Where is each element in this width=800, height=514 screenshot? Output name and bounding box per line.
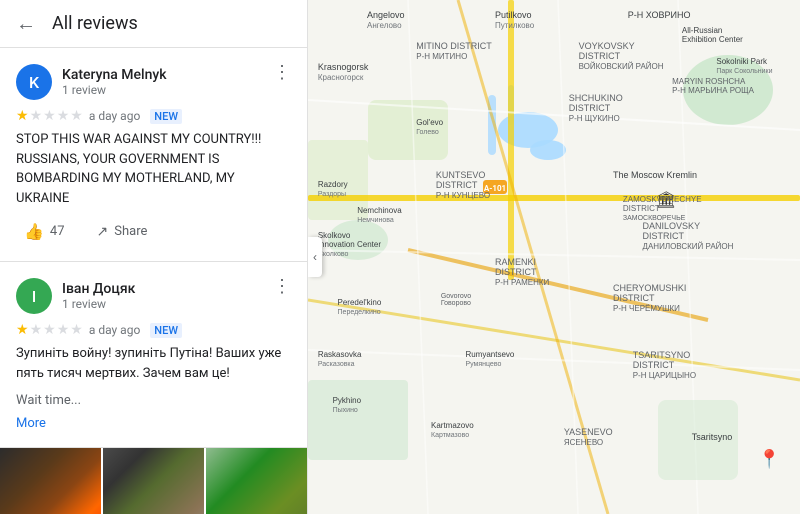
map-label-peredelkino: Peredel'kinoПеределкино (338, 298, 382, 316)
rating-row: ★ ★ ★ ★ ★ a day ago NEW (16, 108, 291, 124)
review-header: K Kateryna Melnyk 1 review ⋮ (16, 64, 291, 100)
map-label-danilovsky: DANILOVSKYDISTRICTДАНИЛОВСКИЙ РАЙОН (643, 221, 734, 251)
photo-field[interactable] (206, 448, 307, 514)
map-label-mitino: MITINO DISTRICTР-Н МИТИНО (416, 41, 492, 61)
review-more-button[interactable]: ⋮ (273, 278, 291, 296)
map-label-exhibition: All-RussianExhibition Center (682, 26, 743, 44)
star-3: ★ (43, 108, 56, 124)
review-text: Зупиніть войну! зупиніть Путіна! Ваших у… (16, 344, 291, 383)
map-label-kremlin: The Moscow Kremlin (613, 170, 697, 180)
avatar: K (16, 64, 52, 100)
review-card: K Kateryna Melnyk 1 review ⋮ ★ ★ ★ ★ ★ a… (0, 48, 307, 262)
back-button[interactable]: ← (16, 11, 36, 36)
reviewer-count: 1 review (62, 83, 167, 97)
new-badge: NEW (150, 109, 182, 124)
map-panel[interactable]: A-101 🏛 📍 AngelovoАнгелово PutilkovoПути… (308, 0, 800, 514)
reviewer-details: Іван Доцяк 1 review (62, 281, 135, 311)
thumbs-up-icon: 👍 (24, 222, 44, 241)
map-label-voykovsky: VOYKOVSKYDISTRICTВОЙКОВСКИЙ РАЙОН (579, 41, 664, 71)
map-label-nemchinova: NemchinovaНемчинова (357, 206, 401, 224)
star-2: ★ (30, 108, 43, 124)
page-title: All reviews (52, 13, 138, 34)
review-time: a day ago (89, 323, 140, 337)
like-count: 47 (50, 224, 65, 239)
star-1: ★ (16, 322, 29, 338)
avatar: І (16, 278, 52, 314)
review-time: a day ago (89, 109, 140, 123)
map-label-razdory: RazdoryРаздоры (318, 180, 348, 198)
reviewer-name: Kateryna Melnyk (62, 67, 167, 83)
share-button[interactable]: ↗ Share (89, 220, 156, 244)
photo-truck[interactable] (103, 448, 204, 514)
more-link[interactable]: More (16, 416, 46, 431)
star-4: ★ (57, 322, 70, 338)
review-text: STOP THIS WAR AGAINST MY COUNTRY!!! RUSS… (16, 130, 291, 208)
star-1: ★ (16, 108, 29, 124)
review-card: І Іван Доцяк 1 review ⋮ ★ ★ ★ ★ ★ a day … (0, 262, 307, 448)
map-label-golevo: Gol'evoГолево (416, 118, 443, 136)
collapse-panel-button[interactable]: ‹ (308, 237, 322, 277)
star-rating: ★ ★ ★ ★ ★ (16, 108, 83, 124)
photos-row (0, 448, 307, 514)
star-rating: ★ ★ ★ ★ ★ (16, 322, 83, 338)
star-2: ★ (30, 322, 43, 338)
map-label-rumyantsevo: RumyantsevoРумянцево (465, 350, 514, 368)
map-label-ramenki: RAMENKIDISTRICTР-Н РАМЕНКИ (495, 257, 549, 287)
map-label-putilkovo: PutilkovoПутилково (495, 10, 534, 30)
map-label-zamoskvorechye: ZAMOSKVORECHYEDISTRICTЗАМОСКВОРЕЧЬЕ (623, 195, 702, 222)
map-label-khovrino: Р-Н ХОВРИНО (628, 10, 691, 20)
share-icon: ↗ (97, 224, 109, 240)
map-label-kartmazovo: KartmazovoКартмазово (431, 421, 474, 439)
star-4: ★ (57, 108, 70, 124)
reviews-list: K Kateryna Melnyk 1 review ⋮ ★ ★ ★ ★ ★ a… (0, 48, 307, 514)
review-more-button[interactable]: ⋮ (273, 64, 291, 82)
star-5: ★ (70, 322, 83, 338)
map-label-tsaritsyno: Tsaritsyno (692, 432, 733, 442)
map-label-sokolniki: Sokolniki ParkПарк Сокольники (716, 57, 772, 75)
map-label-pykhino: PykhinoПыхино (333, 396, 361, 414)
map-label-tsaritsyno-district: TSARITSYNODISTRICTР-Н ЦАРИЦЫНО (633, 350, 696, 380)
reviewer-details: Kateryna Melnyk 1 review (62, 67, 167, 97)
reviewer-info: І Іван Доцяк 1 review (16, 278, 135, 314)
map-label-skolkovo: SkolkovoInnovation CenterСколково (318, 231, 381, 258)
star-5: ★ (70, 108, 83, 124)
review-header: І Іван Доцяк 1 review ⋮ (16, 278, 291, 314)
panel-header: ← All reviews (0, 0, 307, 48)
star-3: ★ (43, 322, 56, 338)
wait-time-label: Wait time... (16, 393, 291, 408)
svg-text:📍: 📍 (758, 448, 780, 470)
like-button[interactable]: 👍 47 (16, 218, 73, 245)
reviewer-info: K Kateryna Melnyk 1 review (16, 64, 167, 100)
collapse-icon: ‹ (313, 250, 317, 264)
reviewer-count: 1 review (62, 297, 135, 311)
new-badge: NEW (150, 323, 182, 338)
reviewer-name: Іван Доцяк (62, 281, 135, 297)
map-label-kuntsevo: KUNTSEVODISTRICTР-Н КУНЦЕВО (436, 170, 490, 200)
share-label: Share (114, 224, 147, 239)
map-label-maryin: MARYIN ROSHCHAР-Н МАРЬИНА РОЩА (672, 77, 754, 95)
map-label-raskasovka: RaskasovkaРасказовка (318, 350, 362, 368)
rating-row: ★ ★ ★ ★ ★ a day ago NEW (16, 322, 291, 338)
photo-fire[interactable] (0, 448, 101, 514)
map-label-shchukino: SHCHUKINODISTRICTР-Н ЩУКИНО (569, 93, 623, 123)
review-actions: 👍 47 ↗ Share (16, 218, 291, 245)
map-label-yasenevo: YASENEVOЯСЕНЕВО (564, 427, 613, 447)
reviews-panel: ← All reviews K Kateryna Melnyk 1 review… (0, 0, 308, 514)
map-container[interactable]: A-101 🏛 📍 AngelovoАнгелово PutilkovoПути… (308, 0, 800, 514)
map-label-cheryomushki: CHERYOMUSHKIDISTRICTР-Н ЧЕРЁМУШКИ (613, 283, 686, 313)
map-label-govorovo: GovorovoГоворово (441, 293, 471, 307)
map-label-angelovo: AngelovoАнгелово (367, 10, 405, 30)
map-label-krasnogorsk: KrasnogorskКрасногорск (318, 62, 369, 82)
